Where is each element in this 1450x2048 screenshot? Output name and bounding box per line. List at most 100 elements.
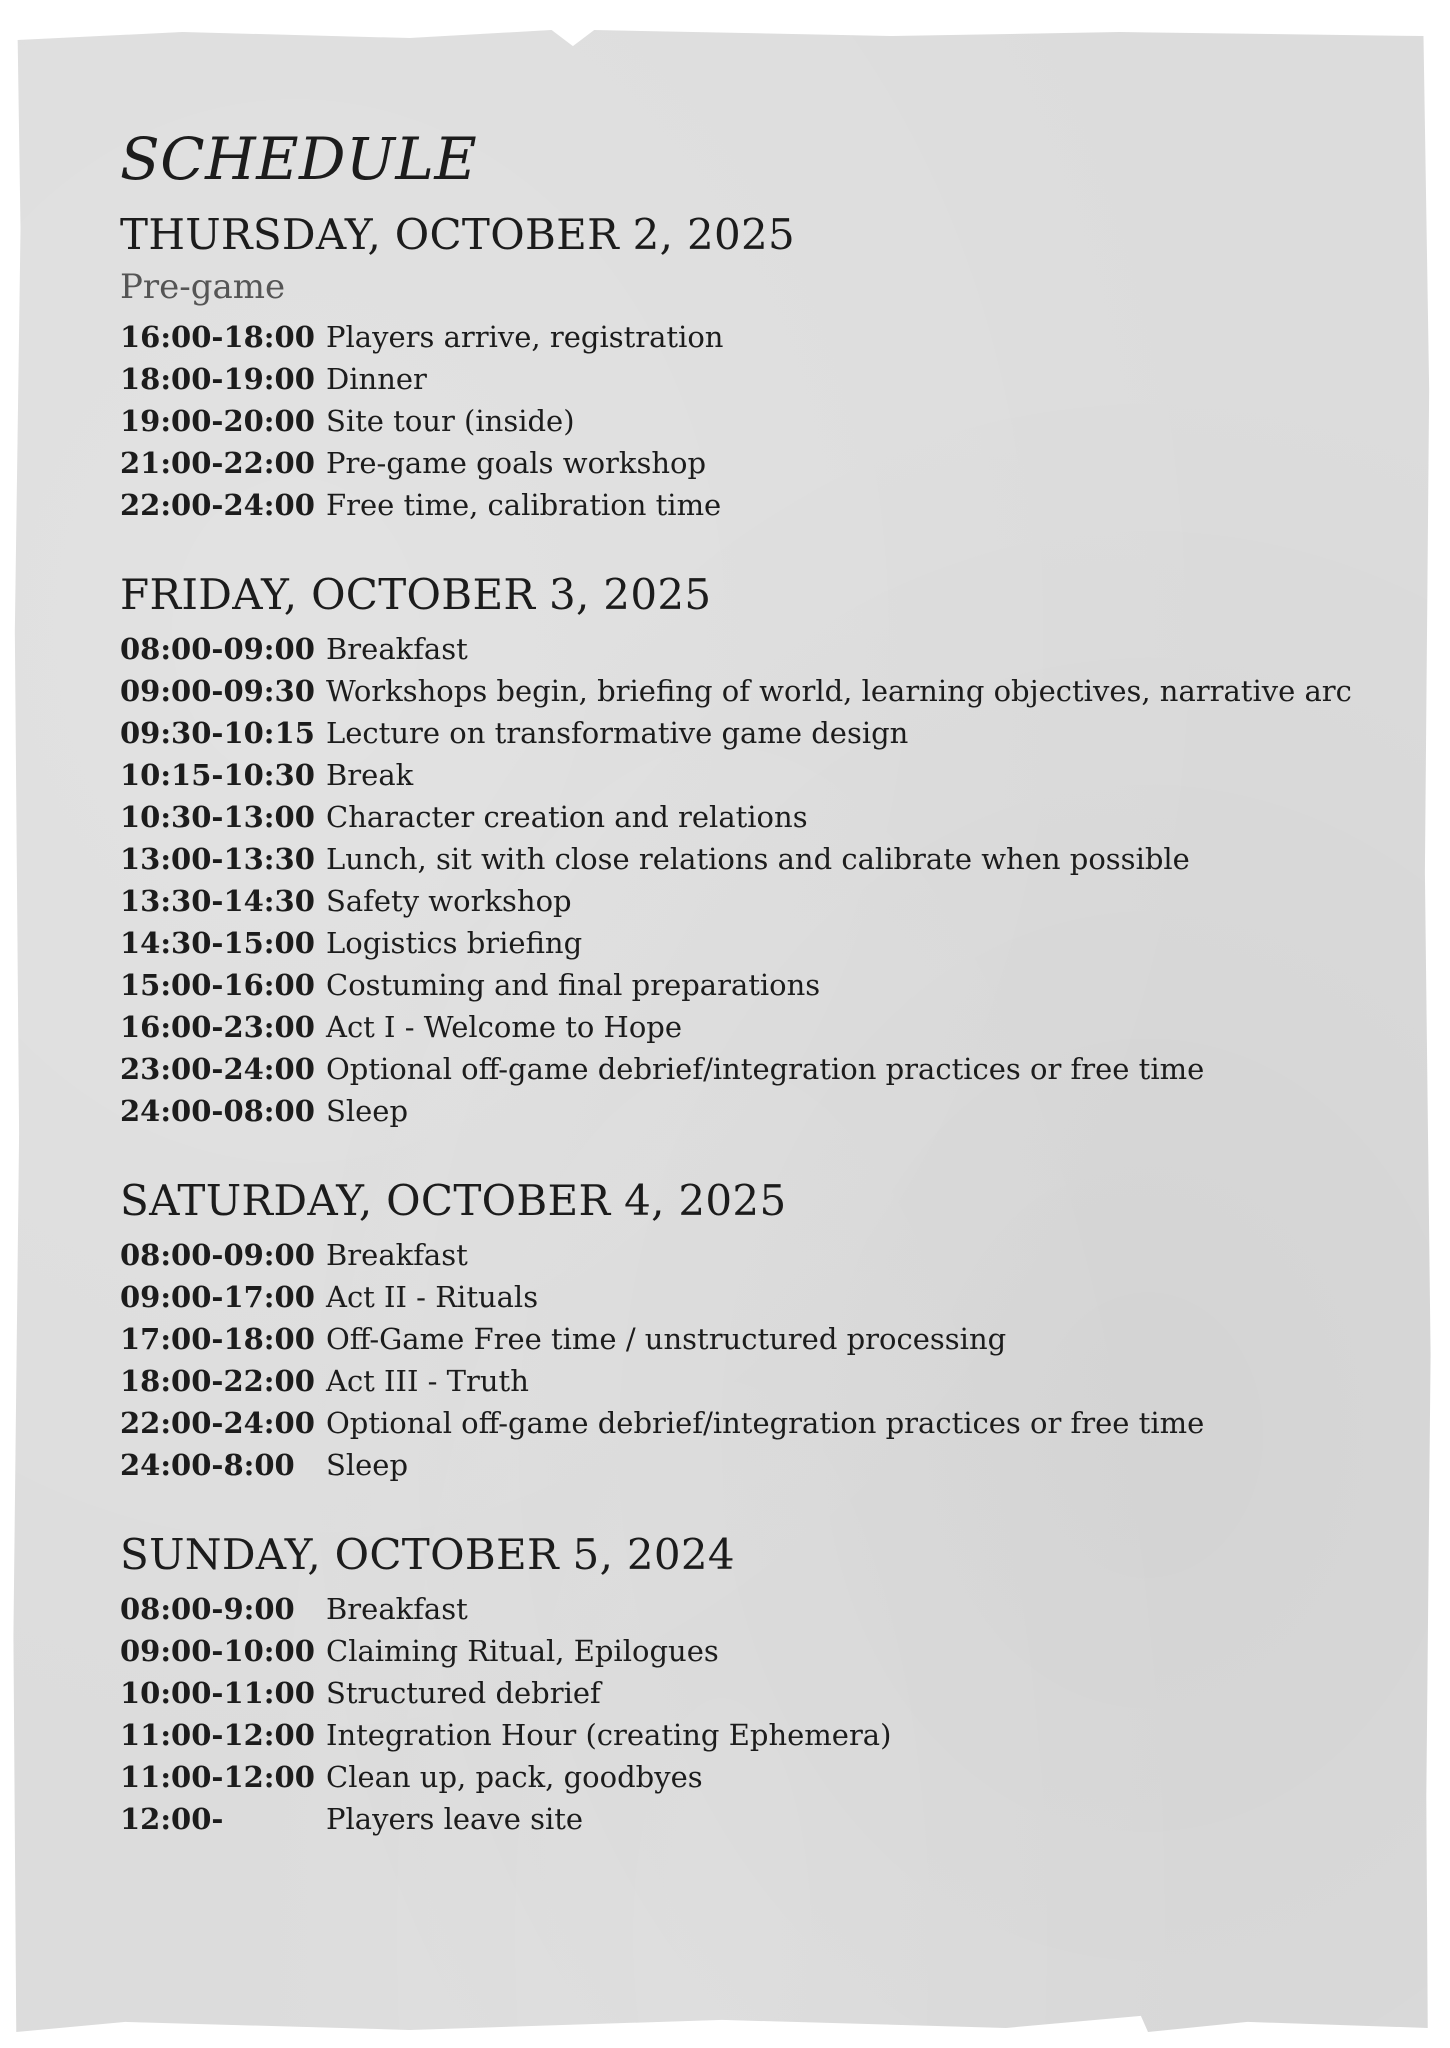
schedule-row: 09:00-17:00 Act II - Rituals — [120, 1276, 1380, 1318]
time-slot: 22:00-24:00 — [120, 488, 315, 522]
time-slot: 08:00-09:00 — [120, 632, 315, 666]
activity-label: Optional off-game debrief/integration pr… — [326, 1052, 1205, 1086]
activity-label: Sleep — [326, 1094, 409, 1128]
time-slot: 09:00-17:00 — [120, 1280, 315, 1314]
time-slot: 17:00-18:00 — [120, 1322, 315, 1356]
activity-label: Breakfast — [326, 1238, 468, 1272]
schedule-row: 24:00-8:00 Sleep — [120, 1444, 1380, 1486]
activity-label: Claiming Ritual, Epilogues — [326, 1634, 719, 1668]
time-slot: 14:30-15:00 — [120, 926, 315, 960]
activity-label: Safety workshop — [326, 884, 572, 918]
time-slot: 16:00-23:00 — [120, 1010, 315, 1044]
schedule-row: 18:00-19:00 Dinner — [120, 358, 1380, 400]
schedule-row: 13:00-13:30 Lunch, sit with close relatio… — [120, 838, 1380, 880]
activity-label: Lunch, sit with close relations and cali… — [326, 842, 1190, 876]
activity-label: Break — [326, 758, 414, 792]
activity-label: Dinner — [326, 362, 427, 396]
schedule-row: 09:00-10:00 Claiming Ritual, Epilogues — [120, 1630, 1380, 1672]
activity-label: Integration Hour (creating Ephemera) — [326, 1718, 892, 1752]
day-heading: FRIDAY, OCTOBER 3, 2025 — [120, 570, 712, 619]
time-slot: 09:30-10:15 — [120, 716, 315, 750]
schedule-rows: 08:00-09:00 Breakfast 09:00-17:00 Act II - … — [120, 1234, 1380, 1486]
activity-label: Character creation and relations — [326, 800, 808, 834]
page-title: SCHEDULE — [120, 125, 478, 193]
day-heading: THURSDAY, OCTOBER 2, 2025 — [120, 210, 796, 259]
time-slot: 23:00-24:00 — [120, 1052, 315, 1086]
activity-label: Lecture on transformative game design — [326, 716, 909, 750]
schedule-row: 15:00-16:00 Costuming and final preparati… — [120, 964, 1380, 1006]
day-heading: SATURDAY, OCTOBER 4, 2025 — [120, 1176, 787, 1225]
schedule-rows: 08:00-9:00 Breakfast 09:00-10:00 Claiming R… — [120, 1588, 1380, 1840]
activity-label: Optional off-game debrief/integration pr… — [326, 1406, 1205, 1440]
time-slot: 24:00-08:00 — [120, 1094, 315, 1128]
schedule-row: 08:00-09:00 Breakfast — [120, 628, 1380, 670]
day-section: SUNDAY, OCTOBER 5, 2024 08:00-9:00 Breakfa… — [120, 1528, 1380, 1840]
day-section: THURSDAY, OCTOBER 2, 2025 Pre-game 16:00-1… — [120, 208, 1380, 526]
time-slot: 11:00-12:00 — [120, 1760, 315, 1794]
time-slot: 10:00-11:00 — [120, 1676, 315, 1710]
schedule-row: 12:00- Players leave site — [120, 1798, 1380, 1840]
activity-label: Clean up, pack, goodbyes — [326, 1760, 703, 1794]
time-slot: 12:00- — [120, 1802, 224, 1836]
schedule-row: 14:30-15:00 Logistics briefing — [120, 922, 1380, 964]
schedule-row: 21:00-22:00 Pre-game goals workshop — [120, 442, 1380, 484]
time-slot: 10:30-13:00 — [120, 800, 315, 834]
day-heading: SUNDAY, OCTOBER 5, 2024 — [120, 1530, 735, 1579]
time-slot: 09:00-10:00 — [120, 1634, 315, 1668]
activity-label: Sleep — [326, 1448, 409, 1482]
time-slot: 16:00-18:00 — [120, 320, 315, 354]
schedule-row: 13:30-14:30 Safety workshop — [120, 880, 1380, 922]
time-slot: 09:00-09:30 — [120, 674, 315, 708]
time-slot: 08:00-09:00 — [120, 1238, 315, 1272]
schedule-days: THURSDAY, OCTOBER 2, 2025 Pre-game 16:00-1… — [120, 208, 1380, 1840]
time-slot: 22:00-24:00 — [120, 1406, 315, 1440]
schedule-rows: 16:00-18:00 Players arrive, registration 1… — [120, 316, 1380, 526]
activity-label: Structured debrief — [326, 1676, 601, 1710]
schedule-row: 08:00-09:00 Breakfast — [120, 1234, 1380, 1276]
activity-label: Players arrive, registration — [326, 320, 724, 354]
schedule-row: 11:00-12:00 Integration Hour (creating Ep… — [120, 1714, 1380, 1756]
activity-label: Free time, calibration time — [326, 488, 722, 522]
schedule-document: SCHEDULE THURSDAY, OCTOBER 2, 2025 Pre-ga… — [120, 124, 1380, 1882]
activity-label: Off-Game Free time / unstructured proces… — [326, 1322, 1007, 1356]
schedule-row: 24:00-08:00 Sleep — [120, 1090, 1380, 1132]
activity-label: Act I - Welcome to Hope — [326, 1010, 683, 1044]
schedule-row: 18:00-22:00 Act III - Truth — [120, 1360, 1380, 1402]
activity-label: Costuming and final preparations — [326, 968, 821, 1002]
schedule-row: 10:00-11:00 Structured debrief — [120, 1672, 1380, 1714]
time-slot: 18:00-22:00 — [120, 1364, 315, 1398]
schedule-row: 16:00-23:00 Act I - Welcome to Hope — [120, 1006, 1380, 1048]
time-slot: 08:00-9:00 — [120, 1592, 295, 1626]
day-section: SATURDAY, OCTOBER 4, 2025 08:00-09:00 Brea… — [120, 1174, 1380, 1486]
activity-label: Act II - Rituals — [326, 1280, 539, 1314]
time-slot: 13:30-14:30 — [120, 884, 315, 918]
schedule-rows: 08:00-09:00 Breakfast 09:00-09:30 Workshops… — [120, 628, 1380, 1132]
time-slot: 19:00-20:00 — [120, 404, 315, 438]
time-slot: 10:15-10:30 — [120, 758, 315, 792]
day-subtitle: Pre-game — [120, 267, 286, 307]
day-section: FRIDAY, OCTOBER 3, 2025 08:00-09:00 Breakf… — [120, 568, 1380, 1132]
schedule-row: 22:00-24:00 Optional off-game debrief/int… — [120, 1402, 1380, 1444]
schedule-row: 09:30-10:15 Lecture on transformative gam… — [120, 712, 1380, 754]
time-slot: 13:00-13:30 — [120, 842, 315, 876]
activity-label: Players leave site — [326, 1802, 584, 1836]
time-slot: 11:00-12:00 — [120, 1718, 315, 1752]
time-slot: 24:00-8:00 — [120, 1448, 295, 1482]
schedule-row: 09:00-09:30 Workshops begin, briefing of … — [120, 670, 1380, 712]
schedule-row: 17:00-18:00 Off-Game Free time / unstruct… — [120, 1318, 1380, 1360]
activity-label: Breakfast — [326, 1592, 468, 1626]
schedule-row: 23:00-24:00 Optional off-game debrief/int… — [120, 1048, 1380, 1090]
schedule-row: 19:00-20:00 Site tour (inside) — [120, 400, 1380, 442]
activity-label: Workshops begin, briefing of world, lear… — [326, 674, 1352, 708]
time-slot: 21:00-22:00 — [120, 446, 315, 480]
time-slot: 18:00-19:00 — [120, 362, 315, 396]
schedule-row: 10:30-13:00 Character creation and relati… — [120, 796, 1380, 838]
activity-label: Act III - Truth — [326, 1364, 529, 1398]
schedule-row: 08:00-9:00 Breakfast — [120, 1588, 1380, 1630]
schedule-row: 22:00-24:00 Free time, calibration time — [120, 484, 1380, 526]
activity-label: Site tour (inside) — [326, 404, 575, 438]
time-slot: 15:00-16:00 — [120, 968, 315, 1002]
schedule-row: 10:15-10:30 Break — [120, 754, 1380, 796]
schedule-row: 16:00-18:00 Players arrive, registration — [120, 316, 1380, 358]
activity-label: Breakfast — [326, 632, 468, 666]
